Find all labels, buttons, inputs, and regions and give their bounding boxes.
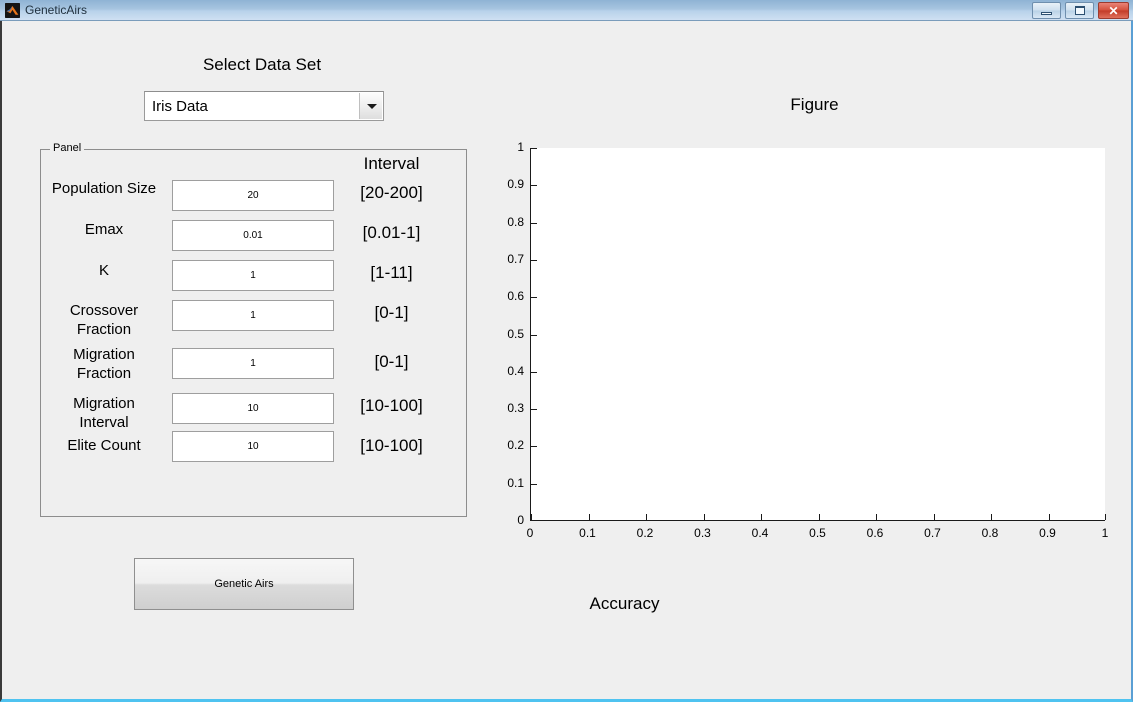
x-axis-tick: [818, 514, 820, 520]
x-axis-tick-label: 0.4: [751, 526, 769, 540]
window-title: GeneticAirs: [25, 3, 88, 17]
x-axis-tick-label: 0.1: [579, 526, 596, 540]
y-axis-tick-label: 0.2: [507, 438, 524, 453]
parameter-interval: [1-11]: [370, 263, 413, 282]
dropdown-toggle-button[interactable]: [359, 93, 382, 119]
x-axis-tick-label: 0.5: [809, 526, 826, 540]
client-area: Select Data Set Iris Data Panel Interval…: [0, 21, 1133, 702]
x-axis-tick: [1105, 514, 1106, 520]
x-axis-tick: [646, 514, 647, 520]
y-axis-tick-label: 0.5: [507, 326, 524, 341]
y-axis-tick: [531, 222, 537, 224]
parameter-input[interactable]: 20: [172, 180, 334, 211]
parameter-label: Migration Fraction: [73, 346, 135, 382]
application-window: GeneticAirs ✕ Select Data Set Iris Data …: [0, 0, 1133, 702]
dataset-dropdown[interactable]: Iris Data: [144, 91, 384, 121]
x-axis-tick: [1048, 514, 1050, 520]
y-axis-tick-label: 0.6: [507, 289, 524, 304]
x-axis-tick: [761, 514, 762, 520]
x-axis-tick: [876, 514, 877, 520]
x-axis-tick-label: 0.3: [694, 526, 711, 540]
x-axis-tick-label: 0.8: [981, 526, 999, 540]
parameter-input[interactable]: 10: [172, 393, 334, 424]
y-axis-tick: [531, 446, 537, 448]
parameter-label: Migration Interval: [73, 395, 135, 431]
x-axis-tick-label: 0: [526, 526, 534, 540]
y-axis-tick: [531, 334, 537, 336]
parameter-label: K: [98, 262, 109, 279]
close-button[interactable]: ✕: [1098, 2, 1129, 19]
parameter-interval: [10-100]: [360, 436, 423, 455]
y-axis-tick: [531, 520, 537, 521]
x-axis-tick-label: 0.2: [636, 526, 654, 540]
parameter-label: Crossover Fraction: [69, 302, 139, 338]
y-axis-tick-label: 0.9: [507, 177, 524, 192]
title-bar: GeneticAirs ✕: [0, 0, 1133, 21]
x-axis-tick-label: 0.6: [866, 526, 884, 540]
accuracy-caption: Accuracy: [589, 594, 660, 613]
matlab-icon: [5, 3, 20, 18]
x-axis-tick: [588, 514, 590, 520]
parameter-input[interactable]: 1: [172, 300, 334, 331]
x-axis-tick-label: 0.9: [1039, 526, 1056, 540]
y-axis-tick: [531, 483, 537, 485]
y-axis-tick: [531, 148, 537, 149]
y-axis-tick: [531, 297, 537, 299]
x-axis-tick-label: 1: [1101, 526, 1109, 540]
parameter-interval: [0.01-1]: [362, 223, 421, 242]
x-axis-tick-labels: 0 0.1 0.2 0.3 0.4 0.5 0.6 0.7 0.8 0.9 1: [527, 524, 1109, 544]
y-axis-tick: [531, 371, 537, 373]
close-icon: ✕: [1108, 3, 1119, 18]
figure-title: Figure: [790, 95, 839, 114]
y-axis-tick-labels: 0 0.1 0.2 0.3 0.4 0.5 0.6 0.7 0.8 0.9 1: [496, 140, 524, 527]
y-axis-tick-label: 0: [517, 513, 524, 527]
panel-title: Panel: [50, 142, 85, 154]
parameter-label: Emax: [84, 221, 124, 238]
parameter-interval: [0-1]: [374, 352, 409, 371]
parameter-interval: [10-100]: [360, 396, 423, 415]
maximize-icon: [1066, 3, 1093, 18]
plot-canvas[interactable]: [530, 148, 1106, 521]
parameter-input[interactable]: 1: [172, 260, 334, 291]
y-axis-tick-label: 0.4: [507, 363, 524, 378]
x-axis-tick-label: 0.7: [924, 526, 941, 540]
y-axis-tick-label: 1: [517, 140, 524, 154]
x-axis-tick: [531, 514, 532, 520]
y-axis-tick-label: 0.1: [507, 475, 524, 490]
x-axis-tick: [991, 514, 992, 520]
y-axis-tick-label: 0.7: [507, 251, 524, 266]
dataset-selected-value: Iris Data: [152, 98, 208, 115]
select-dataset-label: Select Data Set: [202, 55, 322, 74]
y-axis-tick: [531, 185, 537, 187]
parameter-label: Population Size: [51, 180, 157, 197]
minimize-icon: [1033, 3, 1060, 18]
interval-column-header: Interval: [363, 154, 420, 173]
chevron-down-icon: [367, 104, 377, 109]
minimize-button[interactable]: [1032, 2, 1061, 19]
parameter-label: Elite Count: [67, 437, 141, 454]
parameter-interval: [0-1]: [374, 303, 409, 322]
maximize-button[interactable]: [1065, 2, 1094, 19]
y-axis-tick-label: 0.8: [507, 214, 524, 229]
y-axis-tick-label: 0.3: [507, 401, 524, 416]
run-genetic-airs-button[interactable]: Genetic Airs: [134, 558, 354, 610]
y-axis-tick: [531, 259, 537, 261]
y-axis-tick: [531, 409, 537, 411]
x-axis-tick: [933, 514, 935, 520]
parameter-input[interactable]: 0.01: [172, 220, 334, 251]
x-axis-tick: [703, 514, 705, 520]
parameter-input[interactable]: 10: [172, 431, 334, 462]
parameter-interval: [20-200]: [360, 183, 423, 202]
parameter-input[interactable]: 1: [172, 348, 334, 379]
